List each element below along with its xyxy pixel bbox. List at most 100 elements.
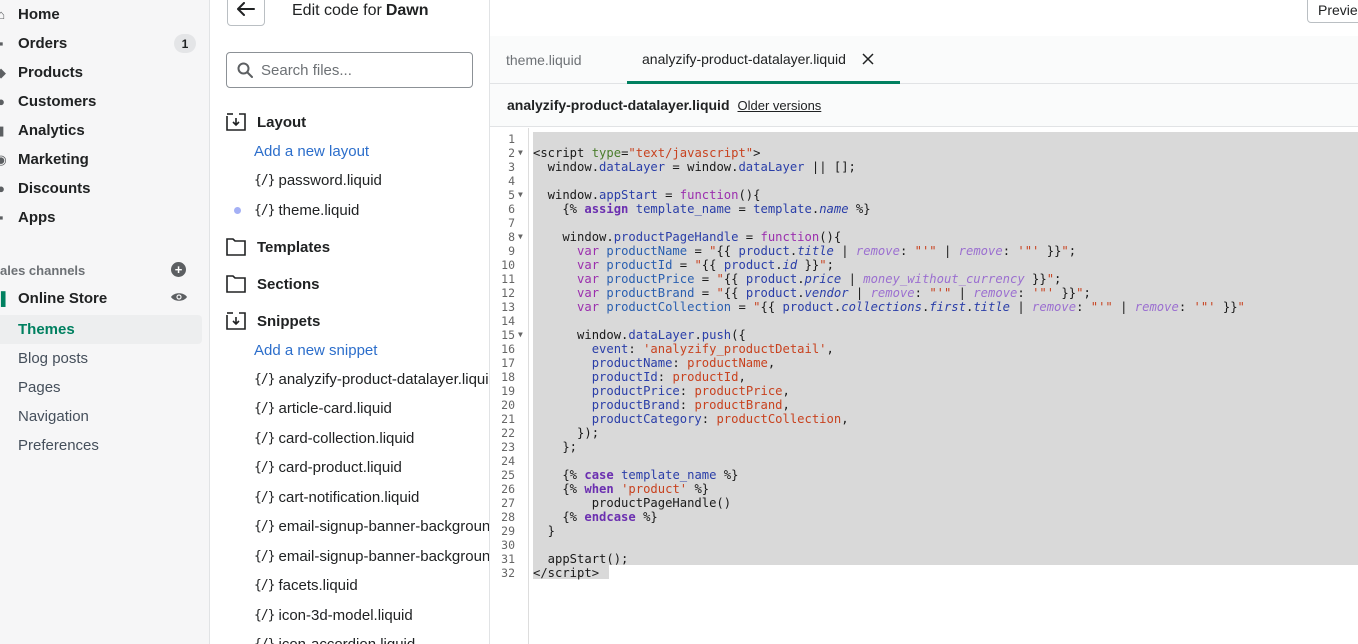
folder-templates[interactable]: Templates [226, 234, 330, 260]
code-line: 22 }); [501, 426, 600, 440]
nav-item-products[interactable]: ◆ Products [0, 58, 202, 87]
code-line: 4 [508, 174, 515, 188]
file-browser: Layout Add a new layout {/} password.liq… [211, 0, 490, 644]
file-item[interactable]: {/} card-product.liquid [254, 455, 402, 479]
add-new-snippet-link[interactable]: Add a new snippet [254, 339, 377, 361]
code-line: 11 var productPrice = "{{ product.price … [501, 272, 1062, 286]
open-file-name: analyzify-product-datalayer.liquid [507, 97, 730, 113]
tab-label: theme.liquid [506, 52, 582, 68]
code-line: 32 </script> [501, 566, 600, 580]
code-line: 14 [501, 314, 515, 328]
nav-label: Marketing [18, 151, 89, 168]
code-file-icon: {/} [254, 202, 276, 218]
older-versions-link[interactable]: Older versions [738, 98, 822, 113]
home-icon: ⌂ [0, 7, 5, 22]
code-line: 5 ▼ window.appStart = function(){ [508, 188, 761, 202]
code-line: 17 productName: productName, [501, 356, 776, 370]
code-line: 31 appStart(); [501, 552, 629, 566]
page-title-prefix: Edit code for [292, 2, 382, 19]
nav-sub-preferences[interactable]: Preferences [0, 431, 202, 460]
sales-channels-label: ales channels [0, 262, 86, 278]
code-line: 23 }; [501, 440, 578, 454]
file-item[interactable]: {/} icon-accordion.liquid [254, 632, 415, 644]
file-item[interactable]: {/} facets.liquid [254, 573, 358, 597]
code-line: 1 [508, 132, 515, 146]
back-button[interactable] [227, 0, 265, 26]
nav-sub-pages[interactable]: Pages [0, 373, 202, 402]
file-item[interactable]: {/} card-collection.liquid [254, 426, 414, 450]
folder-download-icon [226, 113, 246, 131]
code-line: 30 [501, 538, 515, 552]
nav-item-discounts[interactable]: ● Discounts [0, 174, 202, 203]
file-item[interactable]: {/}email-signup-banner-background-mobile… [254, 544, 490, 568]
nav-label: Orders [18, 35, 68, 52]
file-item[interactable]: {/} icon-3d-model.liquid [254, 603, 413, 627]
code-line: 13 var productCollection = "{{ product.c… [501, 300, 1245, 314]
file-name: facets.liquid [278, 576, 358, 594]
code-line: 16 event: 'analyzify_productDetail', [501, 342, 834, 356]
code-line: 26 {% when 'product' %} [501, 482, 710, 496]
arrow-left-icon [237, 2, 255, 16]
code-file-icon: {/} [254, 548, 276, 564]
nav-sub-blog-posts[interactable]: Blog posts [0, 344, 202, 373]
nav-item-apps[interactable]: ▪ Apps [0, 203, 202, 232]
eye-icon[interactable] [170, 291, 188, 303]
code-line: 19 productPrice: productPrice, [501, 384, 790, 398]
page-title: Edit code for Dawn [292, 1, 429, 21]
admin-sidebar: ⌂ Home ▪ Orders 1 ◆ Products ● Customers… [0, 0, 210, 644]
file-item[interactable]: {/} cart-notification.liquid [254, 485, 419, 509]
code-line: 8 ▼ window.productPageHandle = function()… [508, 230, 842, 244]
folder-icon [226, 275, 246, 293]
search-files-input[interactable] [261, 61, 461, 79]
code-line: 15 ▼ window.dataLayer.push({ [501, 328, 746, 342]
nav-item-customers[interactable]: ● Customers [0, 87, 202, 116]
orders-icon: ▪ [0, 36, 4, 51]
nav-sub-navigation[interactable]: Navigation [0, 402, 202, 431]
code-file-icon: {/} [254, 636, 276, 644]
nav-item-online-store[interactable]: ▐ Online Store [0, 284, 202, 313]
close-icon[interactable] [862, 52, 874, 65]
search-files-field[interactable] [226, 52, 473, 88]
nav-item-marketing[interactable]: ◉ Marketing [0, 145, 202, 174]
discount-icon: ● [0, 181, 5, 196]
file-item[interactable]: {/}email-signup-banner-background.liquid [254, 514, 490, 538]
nav-label: Customers [18, 93, 97, 110]
code-file-icon: {/} [254, 607, 276, 623]
code-editor-panel: theme.liquid analyzify-product-datalayer… [490, 36, 1358, 644]
theme-name: Dawn [385, 2, 429, 19]
file-item[interactable]: {/} password.liquid [254, 168, 382, 192]
code-file-icon: {/} [254, 459, 276, 475]
preview-button[interactable]: Previe [1307, 0, 1358, 23]
file-name: email-signup-banner-background-mobile.li… [278, 547, 490, 565]
nav-label: Apps [18, 209, 56, 226]
file-item[interactable]: {/} analyzify-product-datalayer.liquid [254, 367, 489, 391]
code-line: 20 productBrand: productBrand, [501, 398, 790, 412]
nav-item-analytics[interactable]: ▮ Analytics [0, 116, 202, 145]
nav-item-orders[interactable]: ▪ Orders 1 [0, 29, 202, 58]
file-name: email-signup-banner-background.liquid [278, 517, 490, 535]
add-channel-icon[interactable]: + [171, 262, 186, 277]
nav-label: Discounts [18, 180, 91, 197]
file-item[interactable]: {/} article-card.liquid [254, 396, 392, 420]
code-line: 24 [501, 454, 515, 468]
code-file-icon: {/} [254, 172, 276, 188]
tab-theme-liquid[interactable]: theme.liquid [506, 36, 582, 84]
folder-sections[interactable]: Sections [226, 271, 320, 297]
add-new-layout-link[interactable]: Add a new layout [254, 140, 369, 162]
apps-icon: ▪ [0, 210, 4, 225]
folder-layout[interactable]: Layout [226, 109, 306, 135]
code-file-icon: {/} [254, 489, 276, 505]
code-file-icon: {/} [254, 577, 276, 593]
file-name: card-collection.liquid [278, 429, 415, 447]
file-item[interactable]: {/} theme.liquid [254, 198, 359, 222]
code-file-icon: {/} [254, 430, 276, 446]
folder-label: Snippets [257, 312, 321, 330]
code-file-icon: {/} [254, 400, 276, 416]
folder-snippets[interactable]: Snippets [226, 308, 320, 334]
person-icon: ● [0, 94, 5, 109]
nav-item-home[interactable]: ⌂ Home [0, 0, 202, 29]
tab-analyzify-product-datalayer[interactable]: analyzify-product-datalayer.liquid [627, 36, 900, 84]
code-textarea[interactable]: 1 2 ▼ <script type="text/javascript"> 3 wi… [490, 128, 1358, 644]
code-line: 6 {% assign template_name = template.nam… [508, 202, 871, 216]
nav-sub-themes[interactable]: Themes [0, 315, 202, 344]
